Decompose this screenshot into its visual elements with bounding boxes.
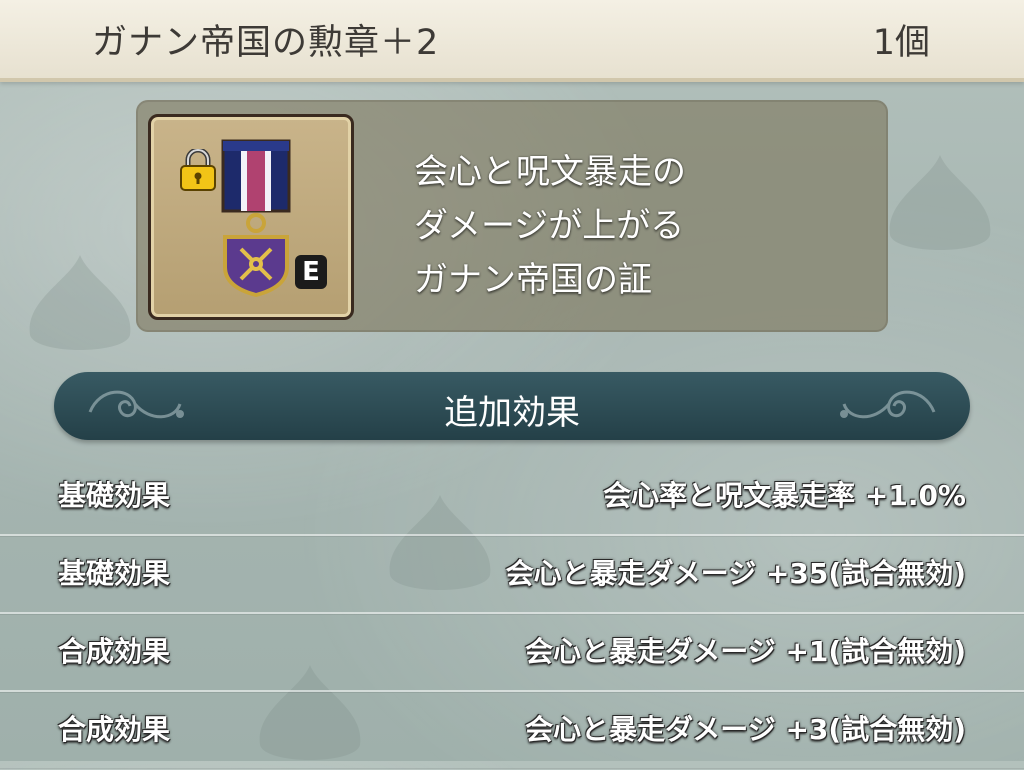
effect-category: 合成効果 [58, 635, 171, 668]
equipped-badge: E [295, 255, 327, 289]
item-description-line: ダメージが上がる [414, 206, 685, 246]
item-description-line: 会心と呪文暴走の [414, 152, 686, 192]
item-title-bar: ガナン帝国の勲章＋2 1個 [0, 0, 1024, 82]
background-slime-pattern [880, 150, 1000, 260]
item-name: ガナン帝国の勲章＋2 [92, 23, 440, 63]
effect-value: 会心と暴走ダメージ +35(試合無効) [505, 557, 966, 590]
item-detail-panel: E 会心と呪文暴走の ダメージが上がる ガナン帝国の証 [136, 100, 888, 332]
background-slime-pattern [20, 250, 140, 360]
item-count: 1個 [872, 23, 930, 63]
item-description-line: ガナン帝国の証 [414, 260, 652, 300]
effect-value: 会心と暴走ダメージ +1(試合無効) [525, 635, 966, 668]
section-title: 追加効果 [444, 393, 580, 433]
effect-category: 合成効果 [58, 713, 171, 746]
item-icon-frame[interactable]: E [148, 114, 354, 320]
effect-value: 会心と暴走ダメージ +3(試合無効) [525, 713, 966, 746]
effect-category: 基礎効果 [58, 479, 171, 512]
effect-category: 基礎効果 [58, 557, 171, 590]
additional-effects-header: 追加効果 [54, 372, 970, 440]
effect-row: 基礎効果 会心率と呪文暴走率 +1.0% [0, 456, 1024, 536]
effect-row: 基礎効果 会心と暴走ダメージ +35(試合無効) [0, 534, 1024, 614]
effect-value: 会心率と呪文暴走率 +1.0% [603, 479, 966, 512]
swirl-ornament-icon [834, 382, 944, 434]
medal-icon [211, 137, 301, 301]
effect-row: 合成効果 会心と暴走ダメージ +1(試合無効) [0, 612, 1024, 692]
effect-row: 合成効果 会心と暴走ダメージ +3(試合無効) [0, 690, 1024, 768]
